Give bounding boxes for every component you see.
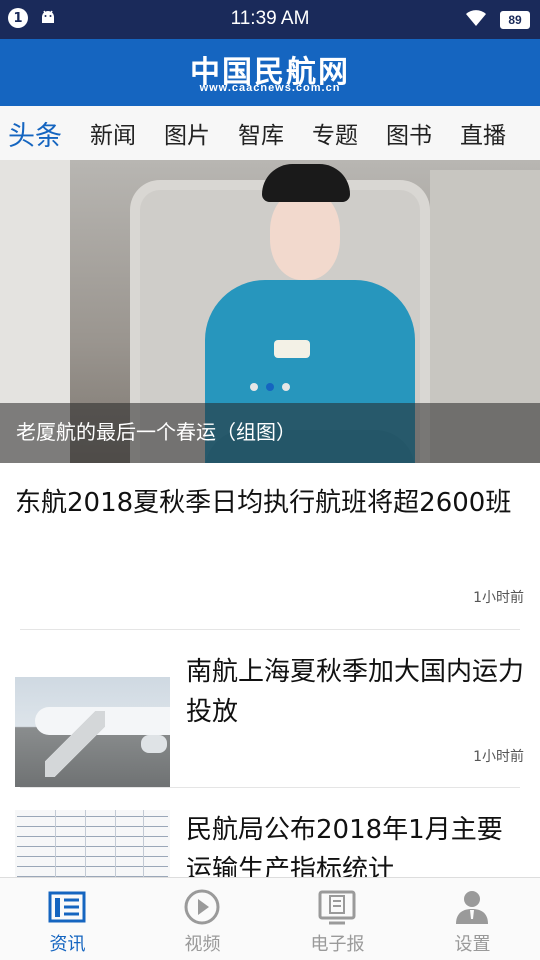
hero-carousel[interactable]: 老厦航的最后一个春运（组图）	[0, 160, 540, 463]
category-tabs: 头条 新闻 图片 智库 专题 图书 直播	[0, 106, 540, 160]
brand-url: www.caacnews.com.cn	[199, 82, 341, 94]
thumbnail-table-line	[17, 836, 168, 837]
epaper-icon	[317, 888, 357, 926]
news-item[interactable]: 东航2018夏秋季日均执行航班将超2600班 1小时前	[0, 463, 540, 629]
play-icon	[182, 888, 222, 926]
tab-live[interactable]: 直播	[460, 116, 506, 150]
hero-image-wings-badge	[274, 340, 310, 358]
thumbnail-table-line	[17, 866, 168, 867]
tab-special-topics[interactable]: 专题	[312, 116, 358, 150]
hero-image-attendant-face	[270, 190, 340, 280]
news-list-icon	[47, 888, 87, 926]
nav-epaper-label: 电子报	[310, 934, 365, 955]
news-item-thumbnail[interactable]	[15, 677, 170, 787]
tab-pictures[interactable]: 图片	[164, 116, 210, 150]
tab-news[interactable]: 新闻	[90, 116, 136, 150]
nav-settings-label: 设置	[454, 934, 491, 955]
carousel-dot[interactable]	[282, 383, 290, 391]
nav-settings[interactable]: 设置	[405, 878, 540, 960]
tab-books[interactable]: 图书	[386, 116, 432, 150]
news-item-time: 1小时前	[473, 590, 524, 606]
status-bar: 1 11:39 AM 89	[0, 0, 540, 39]
news-item-title[interactable]: 南航上海夏秋季加大国内运力投放	[186, 652, 526, 732]
status-time: 11:39 AM	[230, 8, 310, 29]
carousel-indicator	[250, 383, 290, 391]
thumbnail-table-line	[17, 846, 168, 847]
thumbnail-stairs	[45, 711, 105, 777]
app-header: 中国民航网 www.caacnews.com.cn	[0, 39, 540, 106]
news-item-time: 1小时前	[473, 749, 524, 765]
carousel-dot[interactable]	[250, 383, 258, 391]
hero-caption[interactable]: 老厦航的最后一个春运（组图）	[16, 416, 296, 445]
thumbnail-table-line	[17, 856, 168, 857]
carousel-dot-active[interactable]	[266, 383, 274, 391]
nav-video[interactable]: 视频	[135, 878, 270, 960]
news-item-title[interactable]: 东航2018夏秋季日均执行航班将超2600班	[15, 483, 515, 523]
tab-headlines[interactable]: 头条	[8, 114, 62, 153]
nav-video-label: 视频	[184, 934, 221, 955]
thumbnail-engine	[141, 735, 167, 753]
hero-image-attendant-hat	[262, 164, 350, 202]
thumbnail-table-line	[17, 826, 168, 827]
nav-news[interactable]: 资讯	[0, 878, 135, 960]
thumbnail-table-line	[17, 816, 168, 817]
nav-news-label: 资讯	[49, 934, 86, 955]
tab-think-tank[interactable]: 智库	[238, 116, 284, 150]
bottom-nav: 资讯 视频 电子报 设置	[0, 877, 540, 960]
news-item[interactable]: 南航上海夏秋季加大国内运力投放 1小时前	[0, 630, 540, 788]
status-bar-right: 89	[464, 8, 530, 32]
wifi-icon	[464, 8, 488, 32]
nav-epaper[interactable]: 电子报	[270, 878, 405, 960]
battery-indicator: 89	[500, 11, 530, 29]
user-settings-icon	[452, 888, 492, 926]
